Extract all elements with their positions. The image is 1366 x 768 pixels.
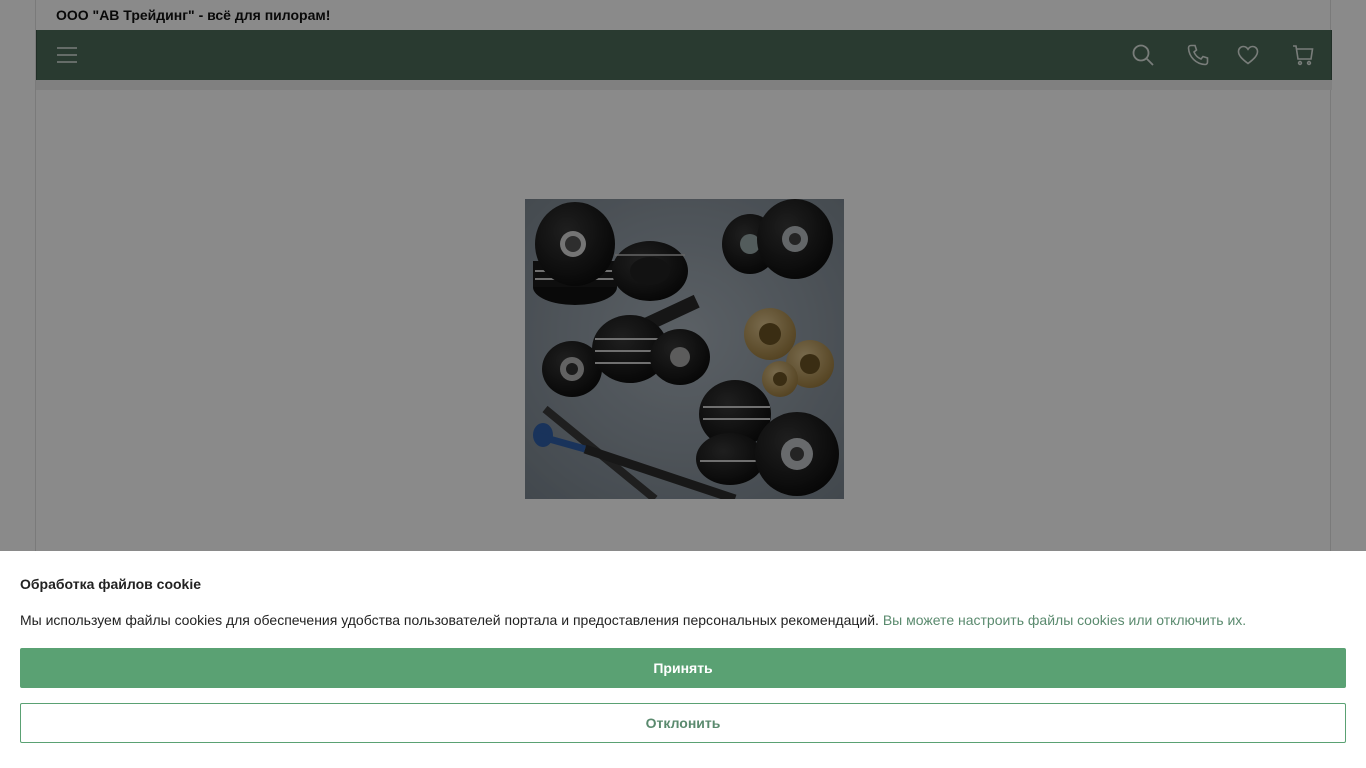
cookie-banner: Обработка файлов cookie Мы используем фа… [0,551,1366,768]
page: ООО "АВ Трейдинг" - всё для пилорам! Обр… [0,0,1366,768]
cookie-settings-link[interactable]: Вы можете настроить файлы cookies или от… [883,612,1246,628]
cookie-description: Мы используем файлы cookies для обеспече… [20,612,1346,628]
cookie-text: Мы используем файлы cookies для обеспече… [20,612,883,628]
accept-button[interactable]: Принять [20,648,1346,688]
decline-button[interactable]: Отклонить [20,703,1346,743]
cookie-title: Обработка файлов cookie [20,576,202,592]
